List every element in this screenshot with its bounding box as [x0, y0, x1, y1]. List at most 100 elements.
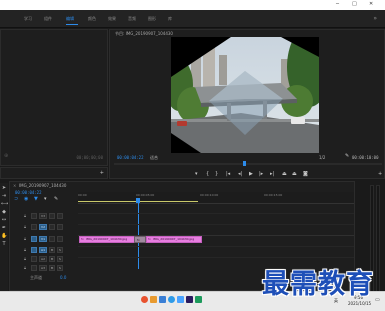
- step-back-icon[interactable]: ◂|: [238, 172, 242, 177]
- mute-toggle[interactable]: M: [49, 256, 55, 262]
- visibility-toggle[interactable]: [57, 224, 63, 230]
- pen-tool-icon[interactable]: ✒: [1, 225, 7, 231]
- app-icon-generic[interactable]: [159, 296, 166, 303]
- program-playhead-marker[interactable]: [243, 161, 246, 166]
- ripple-edit-tool-icon[interactable]: ⟷: [1, 201, 8, 207]
- transition[interactable]: fx: [134, 236, 146, 243]
- markers-icon[interactable]: ▼: [34, 197, 38, 202]
- source-add-icon[interactable]: +: [100, 171, 104, 176]
- solo-toggle[interactable]: S: [57, 256, 63, 262]
- active-workspace-indicator: [66, 24, 78, 25]
- track-name: A1: [39, 247, 47, 253]
- notification-icon[interactable]: ▭: [375, 297, 380, 303]
- linked-selection-icon[interactable]: ◉: [24, 197, 28, 202]
- workspace-effects[interactable]: 效果: [108, 16, 116, 22]
- visibility-toggle[interactable]: [57, 213, 63, 219]
- snap-icon[interactable]: ⊃: [14, 197, 18, 202]
- program-scrub-bar[interactable]: [114, 163, 382, 165]
- audio-meter-right: [376, 185, 380, 295]
- add-marker-icon[interactable]: ▾: [195, 172, 198, 177]
- track-lock-icon[interactable]: 🔒︎: [24, 236, 26, 241]
- track-target[interactable]: [31, 236, 37, 242]
- track-name: A3: [39, 265, 47, 271]
- mark-out-icon[interactable]: }: [215, 172, 218, 177]
- fx-badge-icon: fx: [148, 237, 151, 241]
- timeline-close-icon[interactable]: ×: [13, 183, 16, 188]
- taskbar-clock-date[interactable]: 2021/10/15: [348, 301, 371, 306]
- selection-tool-icon[interactable]: ➤: [1, 185, 7, 191]
- app-icon-generic[interactable]: [195, 296, 202, 303]
- track-target[interactable]: [31, 213, 37, 219]
- go-to-in-icon[interactable]: |◂: [226, 172, 230, 177]
- razor-tool-icon[interactable]: ◆: [1, 209, 7, 215]
- maximize-icon[interactable]: □: [352, 2, 357, 7]
- app-icon-generic[interactable]: [150, 296, 157, 303]
- track-target[interactable]: [31, 247, 37, 253]
- track-lock-icon[interactable]: 🔒︎: [24, 213, 26, 218]
- app-icon-weibo[interactable]: [141, 296, 148, 303]
- track-header-a2: 🔒︎ A2 M S: [20, 255, 76, 263]
- solo-toggle[interactable]: S: [57, 247, 63, 253]
- more-workspaces-icon[interactable]: »: [373, 15, 377, 22]
- track-target[interactable]: [31, 224, 37, 230]
- mute-toggle[interactable]: M: [49, 265, 55, 271]
- track-lock-icon[interactable]: 🔒︎: [24, 256, 26, 261]
- track-name: V2: [39, 224, 47, 230]
- type-tool-icon[interactable]: T: [1, 241, 7, 247]
- workspace-bar: 学习 组件 编辑 颜色 效果 音频 图形 库 »: [0, 10, 385, 28]
- track-header-a1: 🔒︎ A1 M S: [20, 246, 76, 254]
- workspace-color[interactable]: 颜色: [88, 16, 96, 22]
- app-icon-generic[interactable]: [177, 296, 184, 303]
- timeline-tab-title[interactable]: IMG_20190907_104430: [19, 183, 66, 188]
- mute-toggle[interactable]: M: [49, 247, 55, 253]
- button-editor-add-icon[interactable]: +: [378, 172, 382, 177]
- app-icon-premiere[interactable]: [186, 296, 193, 303]
- lift-icon[interactable]: ⏏: [282, 172, 287, 177]
- workspace-libraries[interactable]: 库: [168, 16, 172, 22]
- minimize-icon[interactable]: ─: [336, 2, 339, 7]
- timeline-timecode[interactable]: 00:00:04:22: [15, 190, 42, 195]
- app-icon-generic[interactable]: [168, 296, 175, 303]
- program-current-timecode[interactable]: 00:00:04:22: [117, 155, 144, 160]
- hand-tool-icon[interactable]: ✋: [1, 233, 7, 239]
- track-lock-icon[interactable]: 🔒︎: [24, 265, 26, 270]
- timeline-marker-icon[interactable]: ▾: [44, 197, 47, 202]
- mark-in-icon[interactable]: {: [206, 172, 209, 177]
- visibility-toggle[interactable]: [57, 236, 63, 242]
- extract-icon[interactable]: ⏏: [292, 172, 297, 177]
- sync-lock-toggle[interactable]: [49, 236, 55, 242]
- track-lock-icon[interactable]: 🔒︎: [24, 247, 26, 252]
- workspace-editing[interactable]: 编辑: [66, 16, 74, 22]
- track-name: V1: [39, 236, 47, 242]
- workspace-graphics[interactable]: 图形: [148, 16, 156, 22]
- play-icon[interactable]: ▶: [249, 172, 253, 177]
- track-header-v3: 🔒︎ V3: [20, 212, 76, 220]
- source-add-marker-icon[interactable]: ⊕: [4, 154, 8, 159]
- step-forward-icon[interactable]: |▸: [259, 172, 263, 177]
- track-target[interactable]: [31, 256, 37, 262]
- track-name: V3: [39, 213, 47, 219]
- program-fit-dropdown[interactable]: 适合: [150, 155, 158, 161]
- track-lock-icon[interactable]: 🔒︎: [24, 224, 26, 229]
- wrench-icon[interactable]: ✎: [345, 154, 349, 159]
- export-frame-icon[interactable]: ◙: [303, 172, 308, 177]
- workspace-assembly[interactable]: 组件: [44, 16, 52, 22]
- time-ruler[interactable]: 00:00 00:00:05:00 00:00:10:00 00:00:15:0…: [78, 192, 354, 204]
- track-target[interactable]: [31, 265, 37, 271]
- solo-toggle[interactable]: S: [57, 265, 63, 271]
- master-track-header: 主声道 0.0: [24, 274, 76, 281]
- window-titlebar: ─ □ ✕: [0, 0, 385, 10]
- workspace-learn[interactable]: 学习: [24, 16, 32, 22]
- program-quality-dropdown[interactable]: 1/2: [319, 155, 325, 160]
- close-icon[interactable]: ✕: [369, 2, 373, 7]
- video-clip[interactable]: fx IMG_20190907_104430.jpg: [146, 236, 202, 243]
- track-select-tool-icon[interactable]: ⇥: [1, 193, 7, 199]
- workspace-audio[interactable]: 音频: [128, 16, 136, 22]
- master-track-value[interactable]: 0.0: [60, 275, 66, 280]
- slip-tool-icon[interactable]: ↔: [1, 217, 7, 223]
- go-to-out-icon[interactable]: ▸|: [270, 172, 274, 177]
- timeline-settings-icon[interactable]: ✎: [54, 197, 58, 202]
- sync-lock-toggle[interactable]: [49, 224, 55, 230]
- sync-lock-toggle[interactable]: [49, 213, 55, 219]
- video-clip[interactable]: fx IMG_20190907_104430.jpg: [79, 236, 137, 243]
